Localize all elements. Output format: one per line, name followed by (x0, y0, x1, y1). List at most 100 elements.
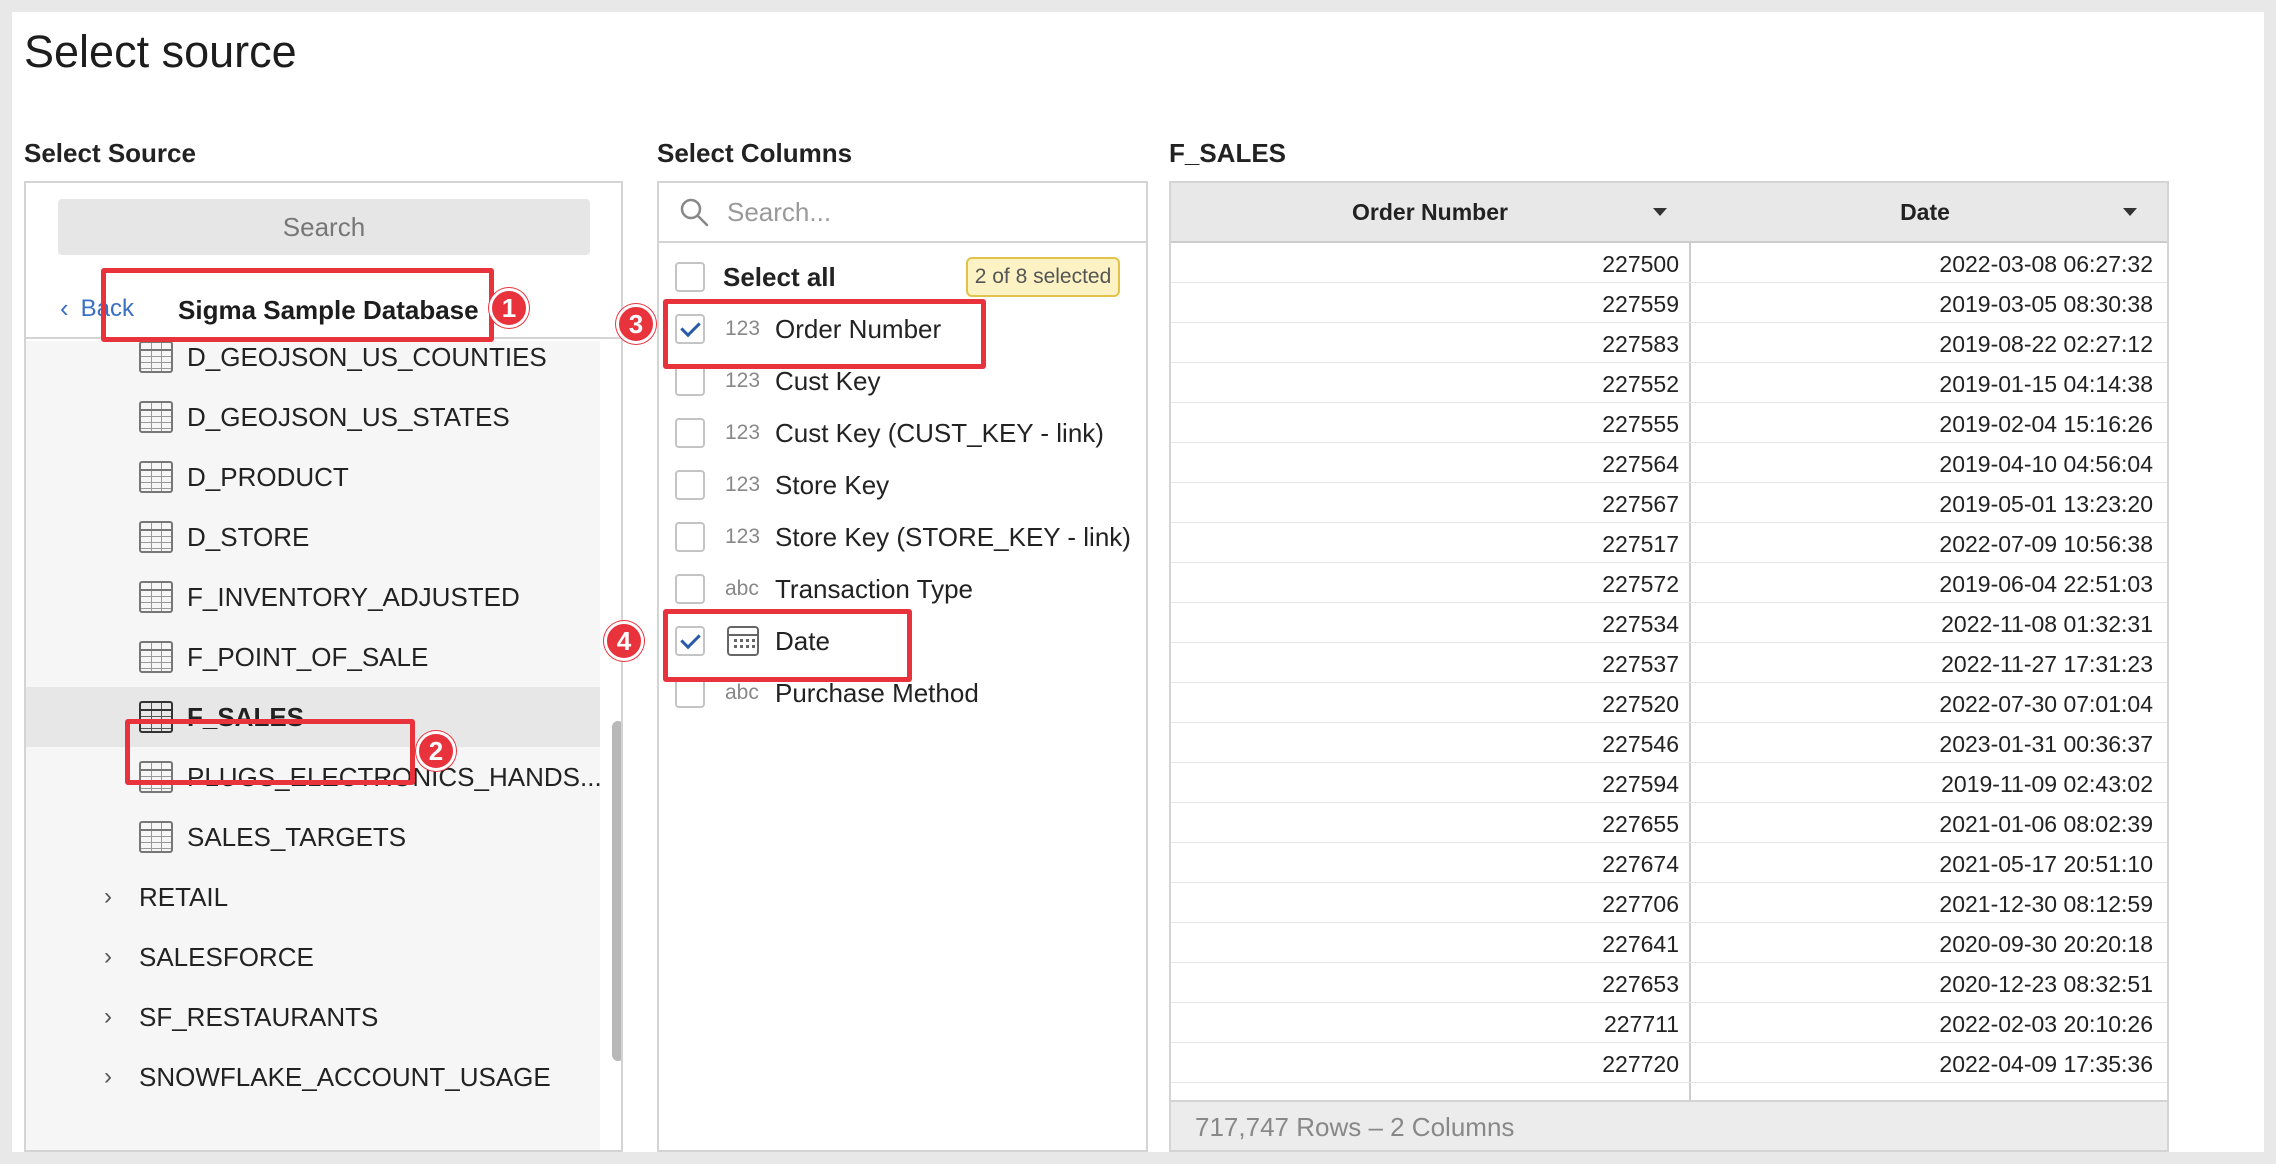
source-table-item[interactable]: F_INVENTORY_ADJUSTED (26, 567, 600, 627)
cell-date[interactable]: 2021-12-30 08:12:59 (1691, 891, 2159, 918)
column-checkbox[interactable] (675, 678, 705, 708)
column-item[interactable]: abc Transaction Type (659, 563, 1146, 615)
chevron-right-icon[interactable]: › (104, 1063, 112, 1091)
cell-date[interactable]: 2019-08-22 02:27:12 (1691, 331, 2159, 358)
header-label: Order Number (1352, 198, 1508, 225)
tree-scrollbar[interactable] (612, 721, 621, 1061)
cell-date[interactable]: 2022-07-09 10:56:38 (1691, 531, 2159, 558)
table-icon (139, 641, 173, 673)
cell-order-number[interactable]: 227520 (1171, 691, 1689, 718)
cell-date[interactable]: 2019-04-10 04:56:04 (1691, 451, 2159, 478)
source-folder-item[interactable]: › SALESFORCE (26, 927, 600, 987)
column-checkbox[interactable] (675, 574, 705, 604)
source-table-item[interactable]: D_GEOJSON_US_STATES (26, 387, 600, 447)
cell-order-number[interactable]: 227534 (1171, 611, 1689, 638)
cell-order-number[interactable]: 227706 (1171, 891, 1689, 918)
cell-date[interactable]: 2022-04-09 17:35:36 (1691, 1051, 2159, 1078)
cell-date[interactable]: 2020-09-30 20:20:18 (1691, 931, 2159, 958)
column-type-tag: 123 (725, 473, 761, 496)
cell-date[interactable]: 2019-11-09 02:43:02 (1691, 771, 2159, 798)
chevron-right-icon[interactable]: › (104, 1003, 112, 1031)
cell-order-number[interactable]: 227552 (1171, 371, 1689, 398)
cell-order-number[interactable]: 227655 (1171, 811, 1689, 838)
chevron-right-icon[interactable]: › (104, 943, 112, 971)
cell-date[interactable]: 2019-02-04 15:16:26 (1691, 411, 2159, 438)
cell-date[interactable]: 2021-05-17 20:51:10 (1691, 851, 2159, 878)
source-table-label: SALES_TARGETS (187, 821, 407, 852)
source-search-input[interactable]: Search (58, 199, 590, 255)
caret-down-icon[interactable] (1653, 208, 1667, 216)
header-date[interactable]: Date (1691, 183, 2159, 241)
table-row: 227594 2019-11-09 02:43:02 (1171, 763, 2167, 803)
source-folder-item[interactable]: › RETAIL (26, 867, 600, 927)
source-table-item[interactable]: SALES_TARGETS (26, 807, 600, 867)
cell-order-number[interactable]: 227555 (1171, 411, 1689, 438)
column-checkbox[interactable] (675, 418, 705, 448)
cell-order-number[interactable]: 227572 (1171, 571, 1689, 598)
cell-date[interactable]: 2022-11-08 01:32:31 (1691, 611, 2159, 638)
column-name: Transaction Type (775, 573, 973, 604)
cell-date[interactable]: 2019-03-05 08:30:38 (1691, 291, 2159, 318)
cell-order-number[interactable]: 227567 (1171, 491, 1689, 518)
cell-date[interactable]: 2022-03-08 06:27:32 (1691, 251, 2159, 278)
column-checkbox[interactable] (675, 366, 705, 396)
table-row: 227546 2023-01-31 00:36:37 (1171, 723, 2167, 763)
column-type-tag: abc (725, 681, 759, 704)
cell-date[interactable]: 2022-11-27 17:31:23 (1691, 651, 2159, 678)
table-row: 227720 2022-04-09 17:35:36 (1171, 1043, 2167, 1083)
cell-date[interactable]: 2019-06-04 22:51:03 (1691, 571, 2159, 598)
source-folder-item[interactable]: › SNOWFLAKE_ACCOUNT_USAGE (26, 1047, 600, 1107)
cell-date[interactable]: 2022-02-03 20:10:26 (1691, 1011, 2159, 1038)
table-row: 227583 2019-08-22 02:27:12 (1171, 323, 2167, 363)
source-folder-item[interactable]: › SF_RESTAURANTS (26, 987, 600, 1047)
source-table-label: D_GEOJSON_US_COUNTIES (187, 341, 547, 372)
cell-date[interactable]: 2019-01-15 04:14:38 (1691, 371, 2159, 398)
cell-order-number[interactable]: 227711 (1171, 1011, 1689, 1038)
column-checkbox[interactable] (675, 470, 705, 500)
select-source-heading: Select Source (24, 138, 196, 168)
column-type-tag: 123 (725, 525, 761, 548)
source-table-label: F_INVENTORY_ADJUSTED (187, 581, 520, 612)
cell-order-number[interactable]: 227517 (1171, 531, 1689, 558)
column-item[interactable]: 123 Store Key (659, 459, 1146, 511)
cell-order-number[interactable]: 227559 (1171, 291, 1689, 318)
header-label: Date (1900, 198, 1950, 225)
cell-order-number[interactable]: 227674 (1171, 851, 1689, 878)
cell-order-number[interactable]: 227720 (1171, 1051, 1689, 1078)
caret-down-icon[interactable] (2123, 208, 2137, 216)
source-table-item[interactable]: D_STORE (26, 507, 600, 567)
cell-order-number[interactable]: 227641 (1171, 931, 1689, 958)
cell-order-number[interactable]: 227546 (1171, 731, 1689, 758)
header-order-number[interactable]: Order Number (1171, 183, 1689, 241)
select-all-checkbox[interactable] (675, 262, 705, 292)
column-type-tag: 123 (725, 369, 761, 392)
source-folder-label: SALESFORCE (139, 941, 314, 972)
column-type-tag: abc (725, 577, 759, 600)
cell-date[interactable]: 2021-01-06 08:02:39 (1691, 811, 2159, 838)
column-item[interactable]: 123 Cust Key (CUST_KEY - link) (659, 407, 1146, 459)
columns-search-input[interactable]: Search... (659, 183, 1146, 243)
cell-date[interactable]: 2022-07-30 07:01:04 (1691, 691, 2159, 718)
columns-search-placeholder: Search... (727, 196, 832, 227)
cell-date[interactable]: 2020-12-23 08:32:51 (1691, 971, 2159, 998)
source-table-item[interactable]: D_GEOJSON_US_COUNTIES (26, 341, 600, 387)
page-title: Select source (24, 26, 297, 77)
cell-date[interactable]: 2023-01-31 00:36:37 (1691, 731, 2159, 758)
column-checkbox[interactable] (675, 522, 705, 552)
select-all-row[interactable]: Select all 2 of 8 selected (659, 251, 1146, 303)
chevron-right-icon[interactable]: › (104, 883, 112, 911)
selected-count-badge: 2 of 8 selected (966, 257, 1120, 297)
source-table-item[interactable]: F_POINT_OF_SALE (26, 627, 600, 687)
column-item[interactable]: 123 Store Key (STORE_KEY - link) (659, 511, 1146, 563)
column-type-tag: 123 (725, 421, 761, 444)
cell-date[interactable]: 2019-05-01 13:23:20 (1691, 491, 2159, 518)
table-icon (139, 461, 173, 493)
cell-order-number[interactable]: 227583 (1171, 331, 1689, 358)
cell-order-number[interactable]: 227500 (1171, 251, 1689, 278)
source-folder-label: RETAIL (139, 881, 229, 912)
cell-order-number[interactable]: 227653 (1171, 971, 1689, 998)
source-table-item[interactable]: D_PRODUCT (26, 447, 600, 507)
cell-order-number[interactable]: 227594 (1171, 771, 1689, 798)
cell-order-number[interactable]: 227564 (1171, 451, 1689, 478)
cell-order-number[interactable]: 227537 (1171, 651, 1689, 678)
